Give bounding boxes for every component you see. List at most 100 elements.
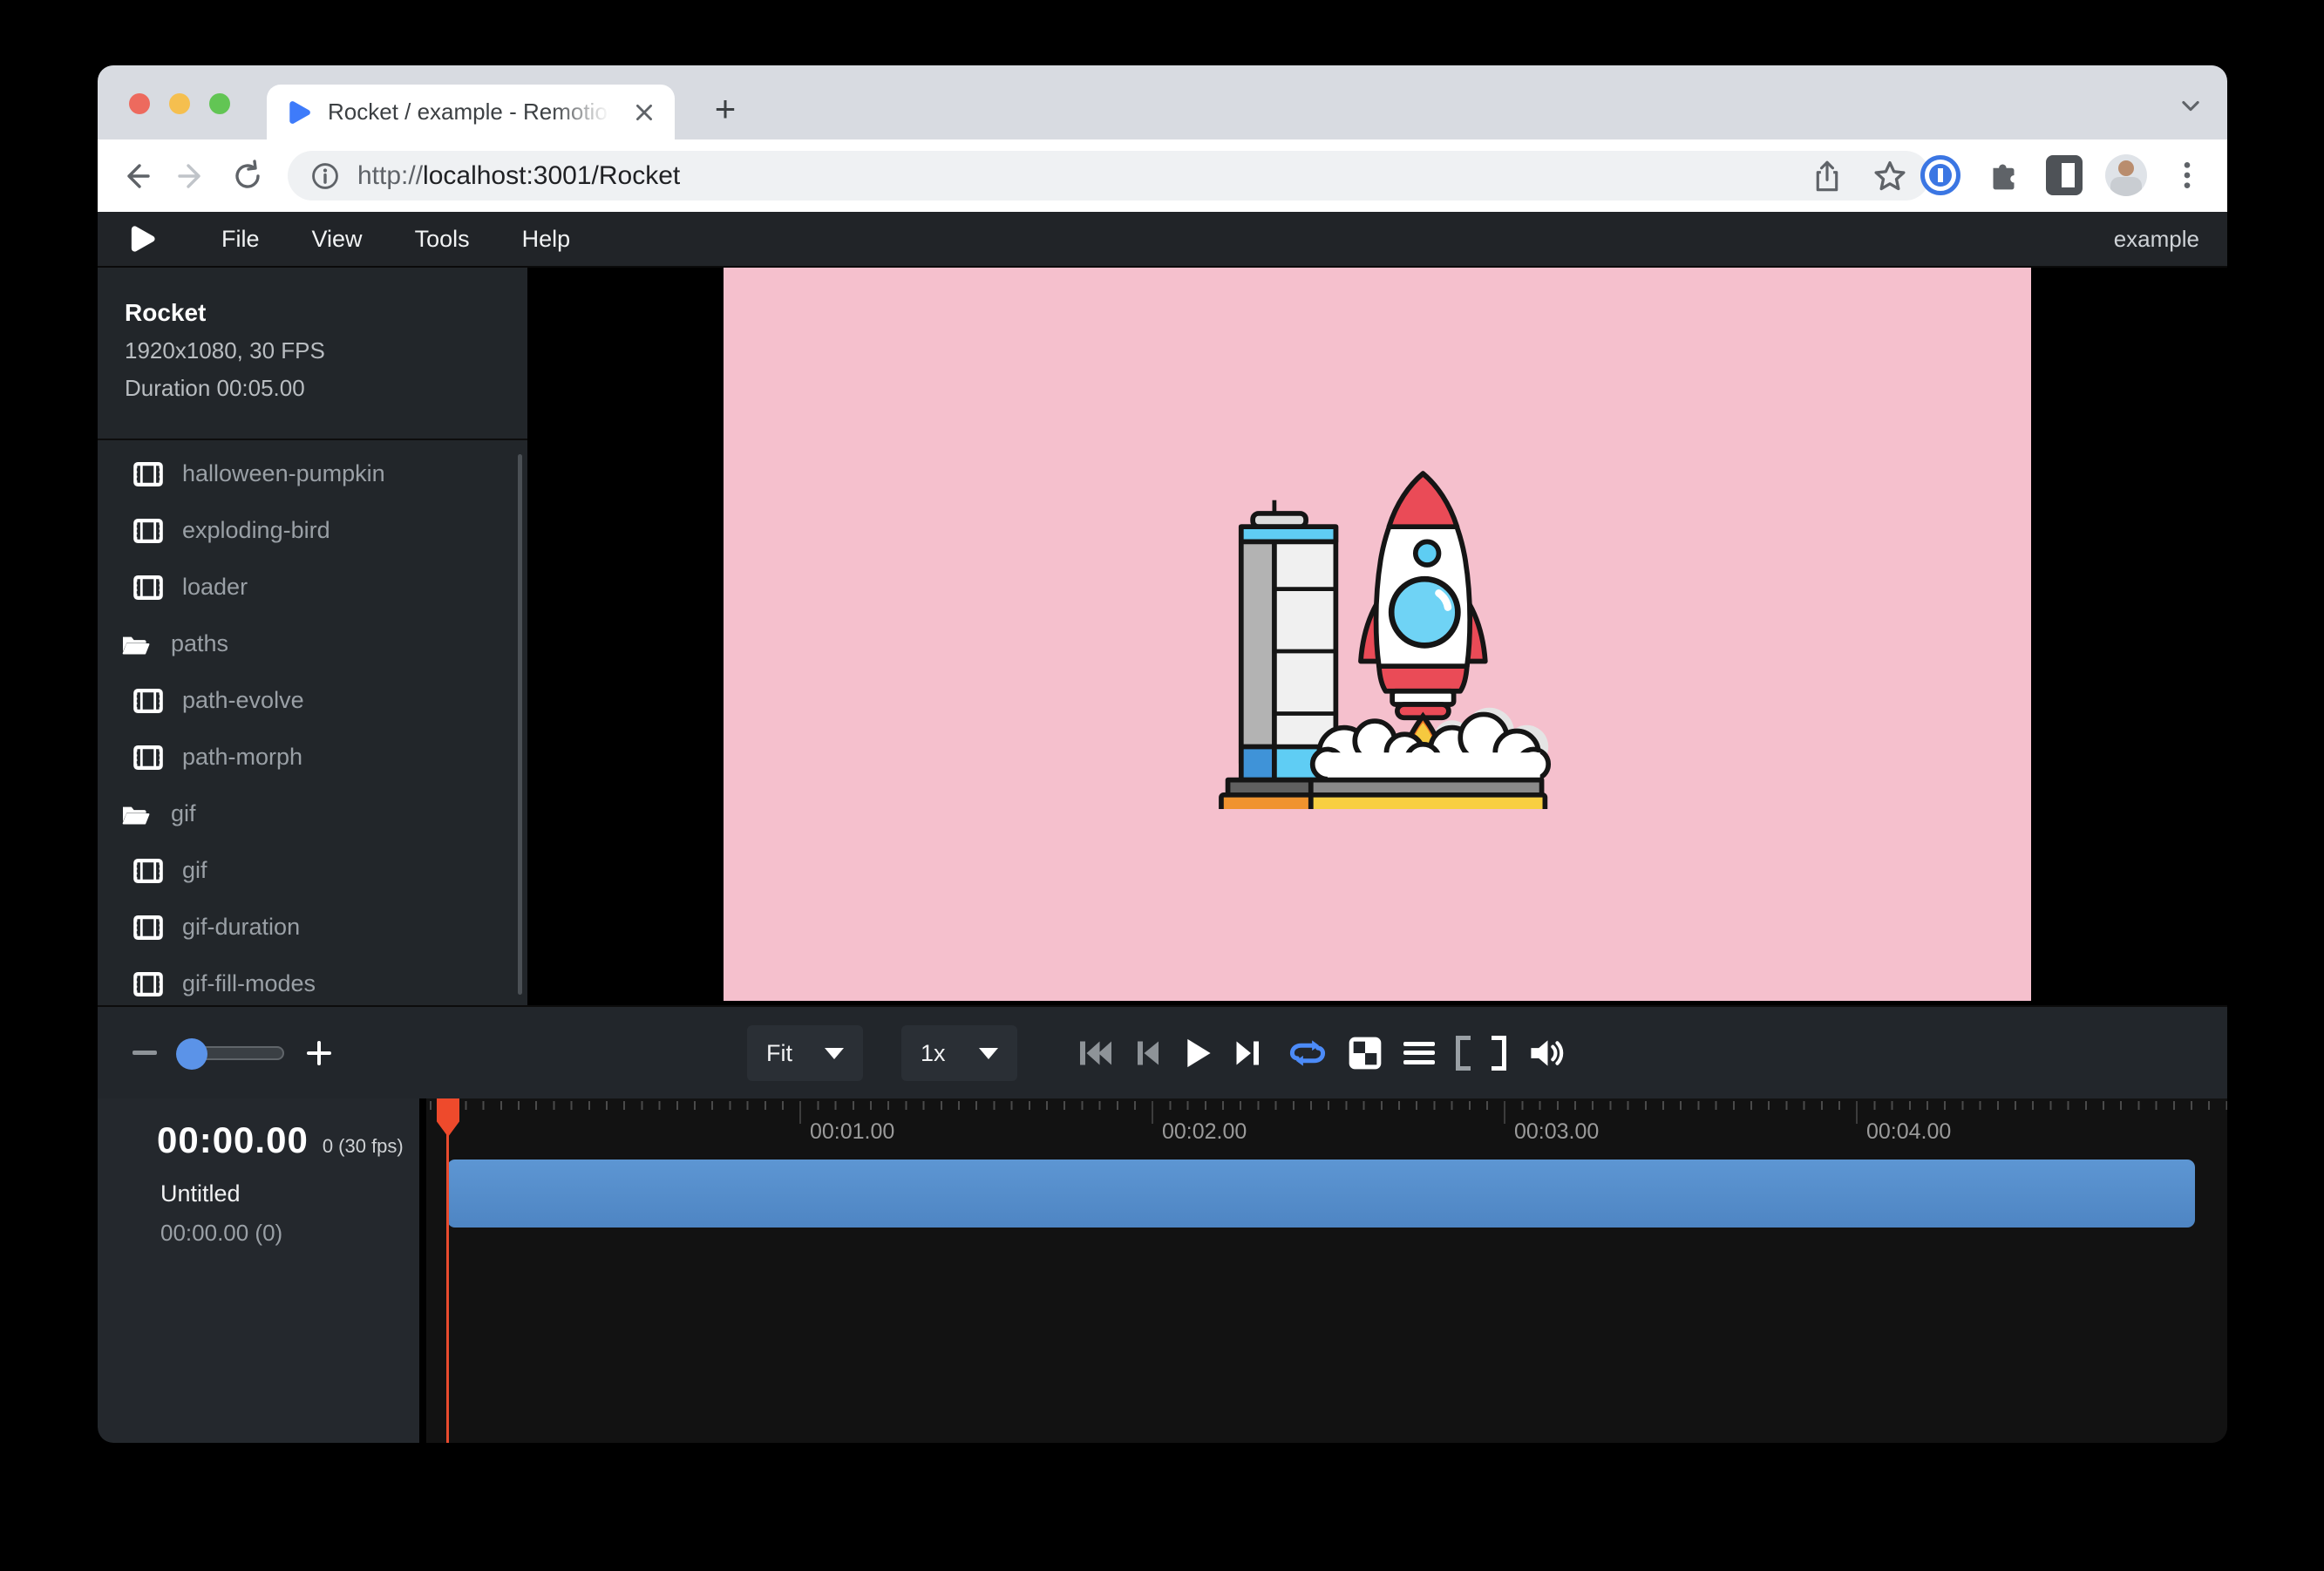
tab-title: Rocket / example - Remotion P	[328, 99, 615, 126]
previous-frame-icon[interactable]	[1133, 1037, 1163, 1069]
workspace-label: example	[2114, 226, 2199, 253]
minimize-window-button[interactable]	[169, 93, 190, 114]
sidebar-item-label: gif-fill-modes	[182, 970, 316, 997]
chevron-down-icon	[825, 1048, 844, 1059]
ruler-tick	[1152, 1101, 1153, 1124]
player-controls-bar: Fit 1x	[98, 1005, 2227, 1098]
address-bar[interactable]: http://localhost:3001/Rocket	[288, 151, 1930, 201]
browser-toolbar: http://localhost:3001/Rocket	[98, 139, 2227, 212]
browser-tab[interactable]: Rocket / example - Remotion P	[267, 85, 675, 139]
fullscreen-window-button[interactable]	[209, 93, 230, 114]
timeline-rows-icon[interactable]	[1403, 1042, 1435, 1064]
menu-file[interactable]: File	[195, 226, 286, 253]
traffic-lights	[129, 93, 230, 114]
film-icon	[133, 519, 163, 543]
transparency-checkerboard-icon[interactable]	[1348, 1036, 1383, 1071]
sidebar-item-path-morph[interactable]: path-morph	[98, 729, 527, 786]
password-manager-icon[interactable]	[1920, 155, 1960, 195]
playback-rate-select[interactable]: 1x	[901, 1025, 1017, 1081]
in-point-icon[interactable]	[1456, 1036, 1471, 1071]
timeline-panel: 00:00.00 0 (30 fps) Untitled 00:00.00 (0…	[98, 1098, 2227, 1443]
reload-icon[interactable]	[230, 159, 265, 194]
film-icon	[133, 689, 163, 713]
sidebar-item-label: path-morph	[182, 744, 302, 771]
ruler-label: 00:04.00	[1866, 1119, 1951, 1145]
track-name[interactable]: Untitled	[160, 1180, 419, 1207]
zoom-out-icon[interactable]	[133, 1051, 157, 1055]
film-icon	[133, 575, 163, 600]
url-text[interactable]: http://localhost:3001/Rocket	[357, 161, 680, 191]
menu-tools[interactable]: Tools	[389, 226, 496, 253]
film-icon	[133, 859, 163, 883]
forward-icon[interactable]	[174, 159, 209, 194]
preview-panel	[527, 268, 2227, 1005]
zoom-slider[interactable]	[178, 1046, 284, 1060]
sidebar-item-label: loader	[182, 574, 248, 601]
loop-icon[interactable]	[1288, 1036, 1327, 1071]
composition-list: halloween-pumpkin exploding-bird loader …	[98, 440, 527, 1005]
timeline-clip-bar[interactable]	[447, 1160, 2195, 1228]
back-icon[interactable]	[119, 159, 153, 194]
composition-duration: Duration 00:05.00	[125, 375, 527, 402]
current-timecode: 00:00.00	[157, 1119, 309, 1161]
menu-view[interactable]: View	[286, 226, 389, 253]
sidebar-item-gif[interactable]: gif	[98, 842, 527, 899]
skip-to-start-icon[interactable]	[1077, 1037, 1114, 1069]
sidebar-item-label: gif	[171, 800, 196, 827]
extensions-puzzle-icon[interactable]	[1983, 155, 2023, 195]
menu-help[interactable]: Help	[496, 226, 597, 253]
sidebar-folder-paths[interactable]: paths	[98, 615, 527, 672]
film-icon	[133, 745, 163, 770]
open-folder-icon	[120, 802, 150, 826]
composition-info: Rocket 1920x1080, 30 FPS Duration 00:05.…	[98, 268, 527, 440]
sidebar-item-label: path-evolve	[182, 687, 304, 714]
video-canvas	[724, 268, 2031, 1001]
overflow-menu-icon[interactable]	[2170, 156, 2205, 194]
play-icon[interactable]	[1182, 1037, 1213, 1070]
tab-search-chevron-icon[interactable]	[2178, 93, 2203, 118]
share-icon[interactable]	[1811, 159, 1843, 194]
site-info-icon[interactable]	[310, 161, 340, 191]
sidebar-item-path-evolve[interactable]: path-evolve	[98, 672, 527, 729]
timeline-track-area[interactable]: 00:01.00 00:02.00 00:03.00 00:04.00	[426, 1098, 2227, 1443]
zoom-in-icon[interactable]	[305, 1039, 333, 1067]
timeline-ruler[interactable]	[430, 1101, 2227, 1110]
bookmark-star-icon[interactable]	[1872, 159, 1907, 194]
out-point-icon[interactable]	[1492, 1036, 1506, 1071]
open-folder-icon	[120, 632, 150, 656]
sidebar-item-label: gif	[182, 857, 207, 884]
playhead-line	[446, 1098, 449, 1443]
sidebar-item-halloween-pumpkin[interactable]: halloween-pumpkin	[98, 445, 527, 502]
next-frame-icon[interactable]	[1233, 1037, 1264, 1069]
ruler-tick	[1504, 1101, 1505, 1124]
sidebar-item-gif-duration[interactable]: gif-duration	[98, 899, 527, 956]
tab-strip: Rocket / example - Remotion P +	[98, 65, 2227, 139]
size-select[interactable]: Fit	[747, 1025, 863, 1081]
remotion-favicon	[286, 99, 312, 126]
ruler-tick	[1856, 1101, 1858, 1124]
new-tab-button[interactable]: +	[708, 92, 743, 126]
sidebar-item-label: halloween-pumpkin	[182, 460, 385, 487]
composition-specs: 1920x1080, 30 FPS	[125, 337, 527, 364]
playback-rate-value: 1x	[921, 1040, 946, 1067]
sidebar-item-gif-fill-modes[interactable]: gif-fill-modes	[98, 956, 527, 1005]
tab-close-icon[interactable]	[633, 101, 656, 124]
playhead-marker[interactable]	[437, 1098, 459, 1137]
sidebar-item-exploding-bird[interactable]: exploding-bird	[98, 502, 527, 559]
sidebar-scrollbar[interactable]	[518, 454, 522, 995]
ruler-tick	[799, 1101, 801, 1124]
sidebar-item-label: exploding-bird	[182, 517, 330, 544]
side-panel-extension-icon[interactable]	[2046, 155, 2083, 195]
film-icon	[133, 915, 163, 940]
url-scheme: http://	[357, 161, 423, 190]
film-icon	[133, 462, 163, 486]
sidebar-item-label: gif-duration	[182, 914, 300, 941]
sidebar-folder-gif[interactable]: gif	[98, 786, 527, 842]
timeline-info-panel: 00:00.00 0 (30 fps) Untitled 00:00.00 (0…	[98, 1098, 419, 1443]
remotion-logo-icon[interactable]	[127, 224, 157, 254]
volume-icon[interactable]	[1527, 1036, 1566, 1071]
close-window-button[interactable]	[129, 93, 150, 114]
sidebar-item-loader[interactable]: loader	[98, 559, 527, 615]
zoom-slider-knob[interactable]	[176, 1038, 207, 1070]
avatar[interactable]	[2105, 154, 2147, 196]
